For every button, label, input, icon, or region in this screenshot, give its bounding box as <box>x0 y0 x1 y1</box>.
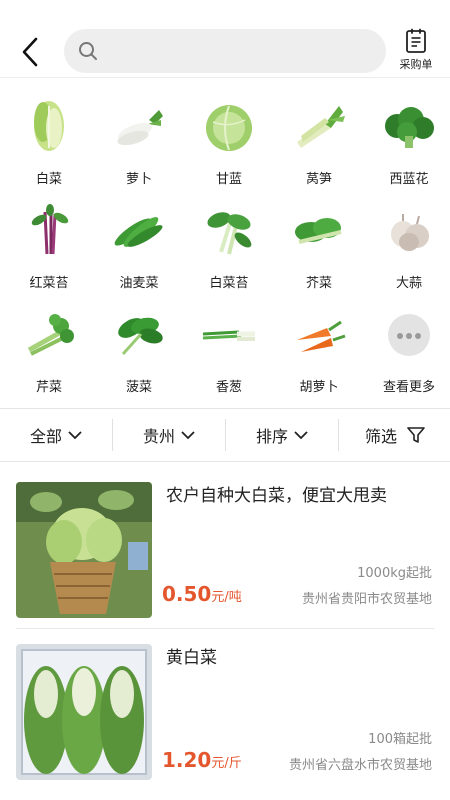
category-choy-sum[interactable]: 白菜苔 <box>184 196 274 294</box>
search-input[interactable] <box>108 29 368 73</box>
category-label: 白菜苔 <box>209 276 249 291</box>
filter-bar: 全部 贵州 排序 筛选 <box>0 408 450 462</box>
chevron-down-icon <box>68 430 82 439</box>
category-label: 甘蓝 <box>215 172 242 187</box>
filter-label: 排序 <box>255 427 288 446</box>
product-price: 1.20元/斤 <box>162 748 242 772</box>
filter-sort[interactable]: 排序 <box>226 409 338 461</box>
category-label: 油麦菜 <box>119 276 159 291</box>
celery-icon <box>27 314 74 356</box>
search-icon <box>79 42 97 60</box>
category-label: 芥菜 <box>305 276 332 291</box>
category-red-choy-sum[interactable]: 红菜苔 <box>4 196 94 294</box>
scallion-icon <box>202 330 255 341</box>
product-photo <box>16 482 152 618</box>
category-a-choy[interactable]: 油麦菜 <box>94 196 184 294</box>
divider <box>16 628 434 629</box>
category-label: 香葱 <box>215 380 242 395</box>
back-button[interactable] <box>14 32 46 72</box>
category-label: 查看更多 <box>382 380 435 395</box>
price-unit: 元/吨 <box>211 590 242 605</box>
product-card[interactable]: 农户自种大白菜，便宜大甩卖 1000kg起批 0.50元/吨 贵州省贵阳市农贸基… <box>0 482 450 632</box>
mustard-greens-icon <box>295 218 342 244</box>
category-label: 莴笋 <box>305 172 332 187</box>
a-choy-icon <box>114 217 163 247</box>
filter-label: 贵州 <box>142 427 175 446</box>
chevron-down-icon <box>181 430 195 439</box>
price-value: 1.20 <box>162 748 212 772</box>
filter-all[interactable]: 全部 <box>0 409 112 461</box>
product-card[interactable]: 黄白菜 100箱起批 1.20元/斤 贵州省六盘水市农贸基地 <box>0 644 450 794</box>
product-location: 贵州省六盘水市农贸基地 <box>288 758 432 773</box>
product-title: 黄白菜 <box>166 648 217 668</box>
category-label: 白菜 <box>35 172 62 187</box>
category-mustard-greens[interactable]: 芥菜 <box>274 196 364 294</box>
category-spinach[interactable]: 菠菜 <box>94 300 184 398</box>
category-label: 菠菜 <box>125 380 152 395</box>
clipboard-list-icon <box>406 28 426 53</box>
category-broccoli[interactable]: 西蓝花 <box>364 92 450 190</box>
chevron-left-icon <box>22 37 38 67</box>
filter-label: 筛选 <box>364 427 397 446</box>
broccoli-icon <box>385 107 434 148</box>
category-celery[interactable]: 芹菜 <box>4 300 94 398</box>
garlic-icon <box>391 214 429 251</box>
product-location: 贵州省贵阳市农贸基地 <box>301 592 432 607</box>
category-cabbage[interactable]: 甘蓝 <box>184 92 274 190</box>
filter-screen[interactable]: 筛选 <box>339 409 450 461</box>
product-title: 农户自种大白菜，便宜大甩卖 <box>166 486 387 506</box>
celtuce-icon <box>297 106 345 148</box>
category-carrot[interactable]: 胡萝卜 <box>274 300 364 398</box>
chevron-down-icon <box>294 430 308 439</box>
choy-sum-icon <box>207 212 252 255</box>
category-label: 芹菜 <box>35 380 62 395</box>
category-napa-cabbage[interactable]: 白菜 <box>4 92 94 190</box>
min-order: 100箱起批 <box>368 732 432 747</box>
radish-icon <box>117 110 163 146</box>
category-view-more[interactable]: 查看更多 <box>364 300 450 398</box>
category-label: 萝卜 <box>125 172 152 187</box>
category-celtuce[interactable]: 莴笋 <box>274 92 364 190</box>
top-bar: 采购单 <box>0 0 450 78</box>
product-photo <box>16 644 152 780</box>
cabbage-icon <box>206 105 252 151</box>
carrot-icon <box>297 320 346 352</box>
red-choy-sum-icon <box>31 204 69 255</box>
category-label: 大蒜 <box>395 276 422 291</box>
purchase-order-label: 采购单 <box>399 58 433 71</box>
min-order: 1000kg起批 <box>357 566 432 581</box>
napa-cabbage-icon <box>34 101 64 151</box>
category-grid: 白菜 萝卜 甘蓝 莴笋 西蓝花 红菜苔 油麦菜 白菜苔 芥菜 大蒜 芹菜 菠菜 … <box>0 92 450 398</box>
price-unit: 元/斤 <box>211 756 242 771</box>
category-radish[interactable]: 萝卜 <box>94 92 184 190</box>
category-scallion[interactable]: 香葱 <box>184 300 274 398</box>
purchase-order-button[interactable]: 采购单 <box>396 28 436 74</box>
filter-region[interactable]: 贵州 <box>113 409 225 461</box>
category-label: 西蓝花 <box>389 172 429 187</box>
spinach-icon <box>118 317 163 356</box>
funnel-icon <box>407 427 425 443</box>
more-dots-icon <box>388 314 430 356</box>
category-label: 红菜苔 <box>29 276 69 291</box>
product-price: 0.50元/吨 <box>162 582 242 606</box>
category-garlic[interactable]: 大蒜 <box>364 196 450 294</box>
search-bar[interactable] <box>64 29 386 73</box>
filter-label: 全部 <box>29 427 62 446</box>
category-label: 胡萝卜 <box>299 380 339 395</box>
price-value: 0.50 <box>162 582 212 606</box>
